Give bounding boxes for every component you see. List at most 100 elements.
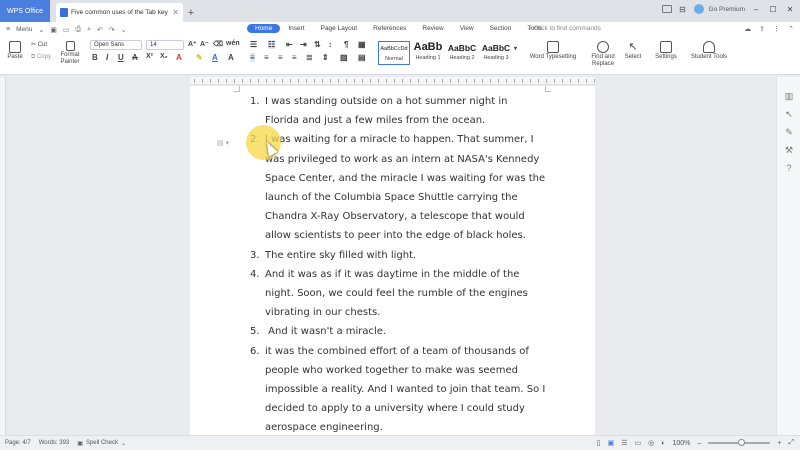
font-size-select[interactable]: 14	[146, 40, 184, 50]
underline-icon[interactable]: U	[118, 53, 124, 62]
superscript-icon[interactable]: X²	[146, 53, 153, 60]
list-item[interactable]: 5. And it wasn't a miracle.	[250, 322, 540, 341]
style-heading-2[interactable]: AaBbC Heading 2	[446, 41, 478, 65]
find-replace-button[interactable]: Find and Replace	[586, 41, 620, 68]
document-tab[interactable]: Five common uses of the Tab key ✕	[56, 3, 183, 22]
web-view-icon[interactable]: ▭	[635, 439, 642, 447]
borders-icon[interactable]: ▦	[358, 40, 366, 49]
maximize-button[interactable]: ☐	[767, 3, 779, 15]
globe-icon[interactable]: ◎	[648, 439, 654, 447]
close-icon[interactable]: ✕	[172, 8, 179, 17]
page-view-icon[interactable]: ▣	[608, 439, 615, 447]
redo-icon[interactable]: ↷	[109, 26, 115, 34]
list-item[interactable]: 6. it was the combined effort of a team o…	[250, 342, 545, 436]
increase-indent-icon[interactable]: ⇥	[300, 40, 307, 49]
table-borders-icon[interactable]: ▤	[358, 53, 366, 62]
align-right-icon[interactable]: ≡	[278, 53, 283, 62]
zoom-level[interactable]: 100%	[672, 440, 690, 447]
font-name-select[interactable]: Open Sans	[90, 40, 142, 50]
zoom-knob[interactable]	[738, 439, 746, 446]
more-icon[interactable]: ⋮	[773, 25, 780, 33]
print-preview-icon[interactable]: ⌕	[87, 26, 91, 34]
shading-icon[interactable]: ▨	[340, 53, 348, 62]
customize-chevron-icon[interactable]: ⌄	[121, 26, 127, 34]
avatar[interactable]	[693, 4, 704, 14]
cut-button[interactable]: ✂ Cut	[31, 41, 47, 48]
share-icon[interactable]: ⇪	[759, 25, 765, 33]
collapse-icon[interactable]: ⊟	[677, 3, 689, 15]
sort-icon[interactable]: ↕	[328, 40, 332, 49]
tab-section[interactable]: Section	[482, 24, 520, 33]
close-window-button[interactable]: ✕	[784, 3, 796, 15]
settings-button[interactable]: Settings	[652, 41, 680, 60]
fit-page-icon[interactable]: ⤢	[788, 439, 794, 447]
menu-button[interactable]: Menu	[16, 26, 32, 33]
new-tab-button[interactable]: +	[183, 3, 199, 22]
align-left-icon[interactable]: ≡	[250, 53, 255, 62]
numbered-list[interactable]: 1. I was standing outside on a hot summer…	[250, 92, 545, 436]
hamburger-icon[interactable]: ≡	[6, 26, 10, 33]
style-heading-3[interactable]: AaBbC Heading 3	[480, 41, 512, 65]
phonetic-icon[interactable]: wén	[226, 40, 240, 47]
select-button[interactable]: ↖ Select	[622, 41, 644, 60]
font-color-icon[interactable]: A	[176, 53, 182, 62]
premium-link[interactable]: Go Premium	[709, 6, 745, 13]
student-tools-button[interactable]: Student Tools	[688, 41, 730, 60]
cloud-icon[interactable]: ☁	[744, 25, 751, 33]
chevron-down-icon[interactable]: ⌄	[121, 440, 126, 447]
vertical-ruler[interactable]	[0, 77, 6, 435]
grow-font-icon[interactable]: A⁺	[188, 40, 197, 48]
decrease-indent-icon[interactable]: ⇤	[286, 40, 293, 49]
bullet-list-icon[interactable]: ☰	[250, 40, 257, 49]
list-item[interactable]: 4. And it was as if it was daytime in the…	[250, 265, 540, 323]
italic-icon[interactable]: I	[106, 53, 108, 62]
tab-insert[interactable]: Insert	[280, 24, 312, 33]
zoom-out-icon[interactable]: –	[697, 440, 701, 447]
protect-eye-icon[interactable]: ◐	[661, 440, 665, 447]
zoom-slider[interactable]	[708, 439, 771, 446]
strikethrough-icon[interactable]: A	[132, 53, 138, 62]
tab-references[interactable]: References	[365, 24, 414, 33]
horizontal-ruler[interactable]	[190, 77, 595, 85]
spell-check-button[interactable]: Spell Check	[86, 440, 118, 446]
undo-icon[interactable]: ↶	[97, 26, 103, 34]
print-icon[interactable]: ⎙	[75, 26, 81, 34]
line-spacing-icon[interactable]: ⇕	[322, 53, 329, 62]
list-item[interactable]: 3. The entire sky filled with light.	[250, 246, 540, 265]
clear-format-icon[interactable]: ⌫	[213, 40, 223, 48]
word-count[interactable]: Words: 393	[39, 440, 70, 446]
shrink-font-icon[interactable]: A⁻	[200, 40, 209, 48]
tab-review[interactable]: Review	[414, 24, 451, 33]
word-typesetting-button[interactable]: Word Typesetting	[527, 41, 579, 60]
tab-home[interactable]: Home	[247, 24, 281, 33]
styles-more-icon[interactable]: ▾	[514, 45, 517, 52]
char-border-icon[interactable]: A	[228, 53, 234, 62]
text-color-icon[interactable]: A	[212, 53, 218, 62]
minimize-button[interactable]: –	[750, 3, 762, 15]
list-item[interactable]: 2.I was waiting for a miracle to happen.…	[250, 130, 545, 245]
edit-icon[interactable]: ✎	[784, 127, 794, 137]
app-tab[interactable]: WPS Office	[0, 0, 50, 22]
outline-view-icon[interactable]: ☰	[621, 439, 627, 447]
tab-view[interactable]: View	[452, 24, 482, 33]
reading-mode-icon[interactable]: ▯	[597, 439, 601, 447]
tools-icon[interactable]: ⚒	[784, 145, 794, 155]
zoom-in-icon[interactable]: +	[777, 440, 781, 447]
text-direction-icon[interactable]: ⇅	[314, 40, 321, 49]
open-folder-icon[interactable]: ▭	[63, 26, 70, 34]
help-icon[interactable]: ?	[784, 163, 794, 173]
paragraph-handle-icon[interactable]: ▤ ▾	[217, 139, 229, 147]
collapse-ribbon-icon[interactable]: ⌃	[788, 25, 794, 33]
list-item[interactable]: 1. I was standing outside on a hot summer…	[250, 92, 540, 130]
layout-icon[interactable]	[661, 5, 672, 13]
page-indicator[interactable]: Page: 4/7	[5, 440, 31, 446]
distributed-icon[interactable]: ≣	[306, 53, 313, 62]
chevron-down-icon[interactable]: ⌄	[38, 26, 44, 34]
bold-icon[interactable]: B	[92, 53, 98, 62]
save-icon[interactable]: ▣	[50, 26, 57, 34]
panel-toggle-icon[interactable]: ▥	[784, 91, 794, 101]
tab-page-layout[interactable]: Page Layout	[313, 24, 366, 33]
style-heading-1[interactable]: AaBb Heading 1	[412, 41, 444, 65]
format-painter-button[interactable]: Format Painter	[58, 41, 82, 66]
spell-check-icon[interactable]: ▣	[77, 440, 83, 447]
